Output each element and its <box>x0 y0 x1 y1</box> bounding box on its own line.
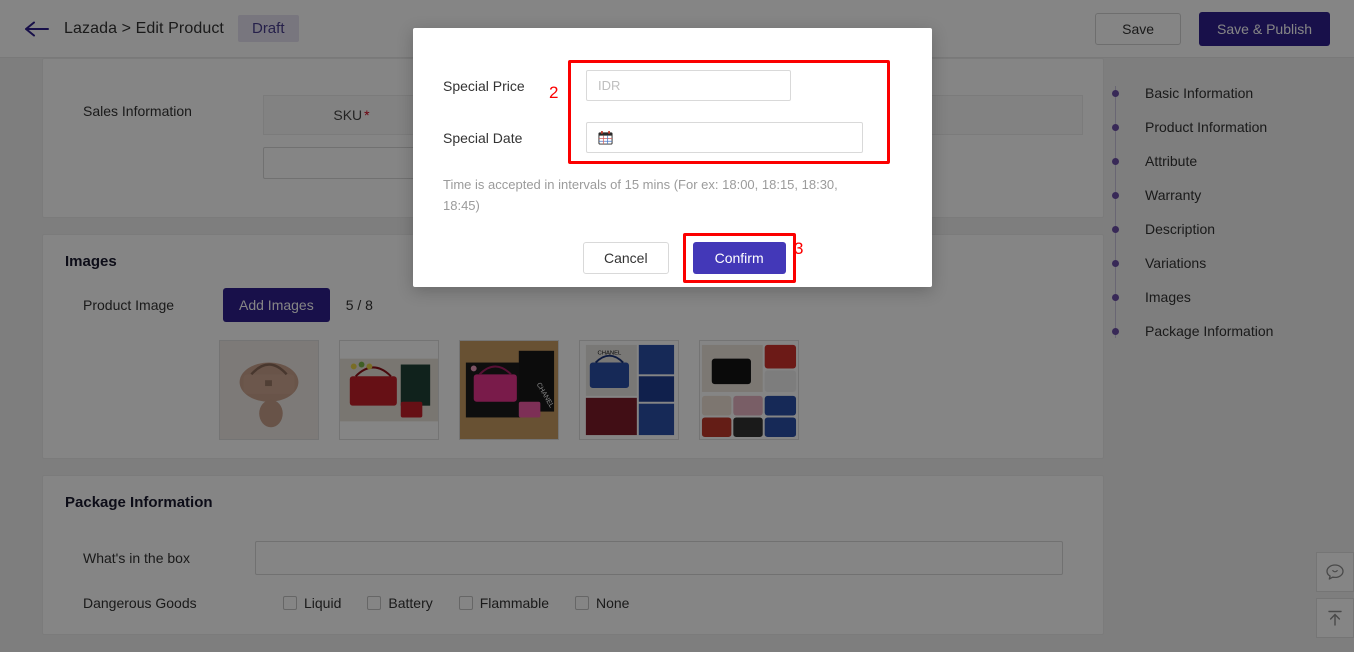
calendar-icon <box>598 130 613 145</box>
modal-actions: Cancel Confirm <box>583 233 796 283</box>
special-price-input[interactable]: IDR <box>586 70 791 101</box>
confirm-highlight-box: Confirm <box>682 233 796 283</box>
special-date-input[interactable] <box>586 122 863 153</box>
confirm-button[interactable]: Confirm <box>692 242 786 274</box>
cancel-button[interactable]: Cancel <box>583 242 669 274</box>
special-price-label: Special Price <box>443 78 525 94</box>
app-root: Lazada > Edit Product Draft Save Save & … <box>0 0 1354 652</box>
special-date-label: Special Date <box>443 130 523 146</box>
